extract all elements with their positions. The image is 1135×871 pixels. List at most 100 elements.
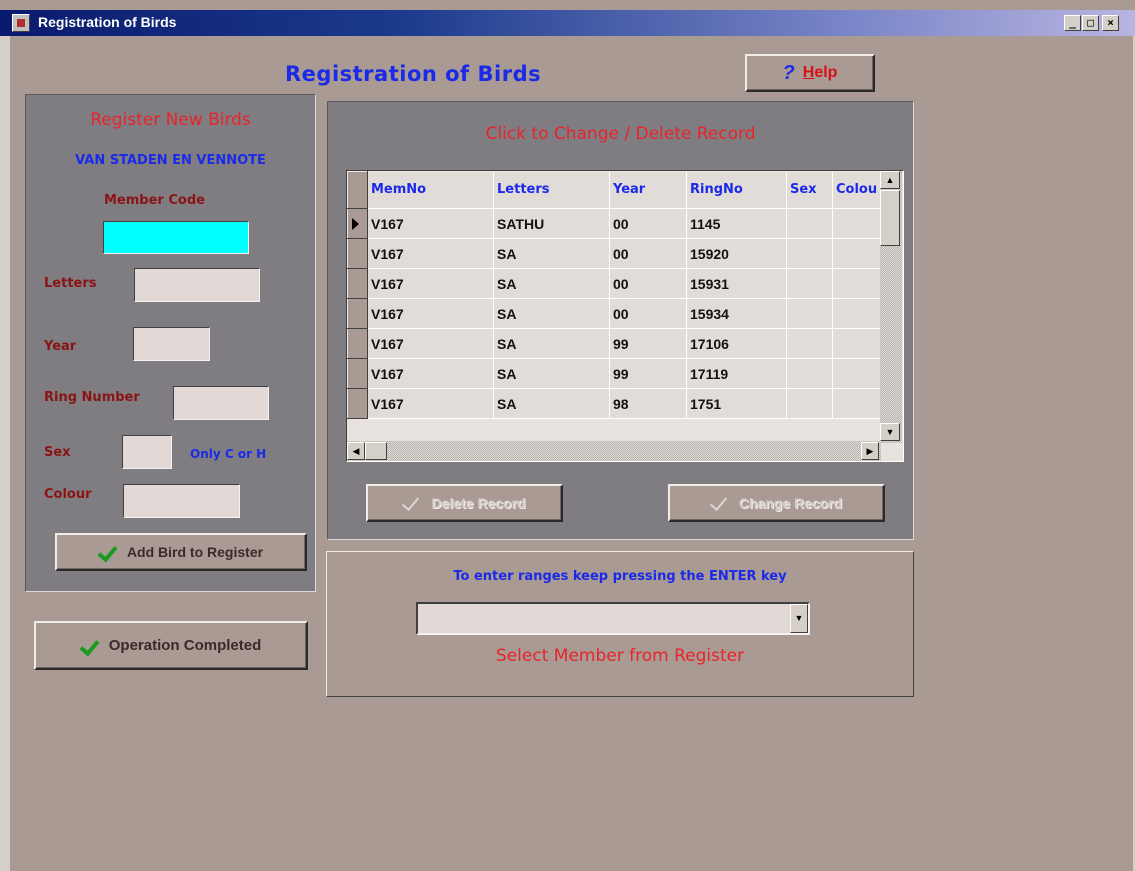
vertical-scroll-thumb[interactable] (880, 190, 900, 246)
table-row[interactable]: V167 SA 00 15920 (347, 238, 882, 269)
colour-input[interactable] (123, 484, 240, 518)
records-grid[interactable]: MemNo Letters Year RingNo Sex Colou V167… (346, 170, 904, 462)
cell-sex[interactable] (786, 328, 833, 359)
grid-vertical-scrollbar[interactable]: ▲ ▼ (880, 171, 902, 443)
cell-colour[interactable] (832, 358, 882, 389)
minimize-button[interactable]: _ (1064, 15, 1081, 31)
page-title: Registration of Birds (285, 62, 542, 86)
table-row[interactable]: V167 SA 99 17119 (347, 358, 882, 389)
cell-colour[interactable] (832, 388, 882, 419)
column-header-year[interactable]: Year (609, 171, 687, 209)
cell-sex[interactable] (786, 388, 833, 419)
cell-colour[interactable] (832, 268, 882, 299)
add-bird-label: Add Bird to Register (126, 544, 264, 560)
records-table: MemNo Letters Year RingNo Sex Colou V167… (347, 171, 882, 419)
cell-sex[interactable] (786, 298, 833, 329)
row-indicator[interactable] (347, 268, 368, 299)
cell-year[interactable]: 98 (609, 388, 687, 419)
scroll-up-icon[interactable]: ▲ (880, 171, 900, 189)
help-icon: ? (782, 61, 795, 84)
close-button[interactable]: × (1102, 15, 1119, 31)
cell-memno[interactable]: V167 (367, 388, 494, 419)
cell-ringno[interactable]: 15931 (686, 268, 787, 299)
cell-colour[interactable] (832, 328, 882, 359)
member-name: VAN STADEN EN VENNOTE (75, 153, 266, 168)
horizontal-scroll-thumb[interactable] (365, 442, 387, 460)
cell-year[interactable]: 00 (609, 298, 687, 329)
table-row[interactable]: V167 SA 99 17106 (347, 328, 882, 359)
cell-ringno[interactable]: 1145 (686, 208, 787, 239)
cell-memno[interactable]: V167 (367, 328, 494, 359)
member-select[interactable]: ▼ (416, 602, 810, 635)
cell-memno[interactable]: V167 (367, 238, 494, 269)
cell-year[interactable]: 99 (609, 358, 687, 389)
row-indicator[interactable] (347, 328, 368, 359)
change-record-button[interactable]: Change Record (668, 484, 885, 522)
check-icon (99, 545, 119, 559)
ring-number-label: Ring Number (44, 390, 140, 405)
cell-year[interactable]: 00 (609, 208, 687, 239)
cell-memno[interactable]: V167 (367, 208, 494, 239)
table-row[interactable]: V167 SA 98 1751 (347, 388, 882, 419)
table-row[interactable]: V167 SATHU 00 1145 (347, 208, 882, 239)
cell-sex[interactable] (786, 208, 833, 239)
sex-input[interactable] (122, 435, 172, 469)
scroll-down-icon[interactable]: ▼ (880, 423, 900, 441)
cell-colour[interactable] (832, 298, 882, 329)
column-header-letters[interactable]: Letters (493, 171, 610, 209)
operation-completed-label: Operation Completed (108, 637, 262, 654)
operation-completed-button[interactable]: Operation Completed (34, 621, 308, 670)
cell-colour[interactable] (832, 208, 882, 239)
colour-label: Colour (44, 487, 92, 502)
letters-label: Letters (44, 276, 97, 291)
cell-memno[interactable]: V167 (367, 298, 494, 329)
cell-letters[interactable]: SA (493, 238, 610, 269)
cell-sex[interactable] (786, 358, 833, 389)
row-indicator[interactable] (347, 298, 368, 329)
letters-input[interactable] (134, 268, 260, 302)
cell-letters[interactable]: SA (493, 358, 610, 389)
cell-ringno[interactable]: 17106 (686, 328, 787, 359)
cell-memno[interactable]: V167 (367, 268, 494, 299)
cell-year[interactable]: 99 (609, 328, 687, 359)
add-bird-button[interactable]: Add Bird to Register (55, 533, 307, 571)
row-indicator[interactable] (347, 358, 368, 389)
cell-ringno[interactable]: 17119 (686, 358, 787, 389)
cell-year[interactable]: 00 (609, 238, 687, 269)
register-heading: Register New Birds (90, 110, 251, 130)
scroll-right-icon[interactable]: ▶ (861, 442, 879, 460)
maximize-button[interactable]: □ (1082, 15, 1099, 31)
help-button[interactable]: ? Help (745, 54, 875, 92)
column-header-sex[interactable]: Sex (786, 171, 833, 209)
member-code-input[interactable] (103, 221, 249, 254)
cell-letters[interactable]: SA (493, 268, 610, 299)
row-indicator[interactable] (347, 238, 368, 269)
ring-number-input[interactable] (173, 386, 269, 420)
cell-ringno[interactable]: 15920 (686, 238, 787, 269)
current-row-arrow-icon[interactable] (347, 208, 368, 239)
table-row[interactable]: V167 SA 00 15931 (347, 268, 882, 299)
scroll-left-icon[interactable]: ◀ (347, 442, 365, 460)
column-header-memno[interactable]: MemNo (367, 171, 494, 209)
cell-memno[interactable]: V167 (367, 358, 494, 389)
cell-sex[interactable] (786, 238, 833, 269)
cell-letters[interactable]: SA (493, 298, 610, 329)
cell-sex[interactable] (786, 268, 833, 299)
year-input[interactable] (133, 327, 210, 361)
cell-letters[interactable]: SATHU (493, 208, 610, 239)
row-indicator[interactable] (347, 388, 368, 419)
delete-record-button[interactable]: Delete Record (366, 484, 563, 522)
table-row[interactable]: V167 SA 00 15934 (347, 298, 882, 329)
title-bar[interactable]: Registration of Birds _ □ × (0, 10, 1135, 36)
cell-colour[interactable] (832, 238, 882, 269)
cell-letters[interactable]: SA (493, 328, 610, 359)
chevron-down-icon[interactable]: ▼ (790, 604, 808, 633)
app-icon[interactable] (12, 14, 30, 32)
grid-horizontal-scrollbar[interactable]: ◀ ▶ (347, 441, 881, 461)
cell-letters[interactable]: SA (493, 388, 610, 419)
cell-ringno[interactable]: 15934 (686, 298, 787, 329)
cell-ringno[interactable]: 1751 (686, 388, 787, 419)
cell-year[interactable]: 00 (609, 268, 687, 299)
column-header-ringno[interactable]: RingNo (686, 171, 787, 209)
column-header-colour[interactable]: Colou (832, 171, 882, 209)
